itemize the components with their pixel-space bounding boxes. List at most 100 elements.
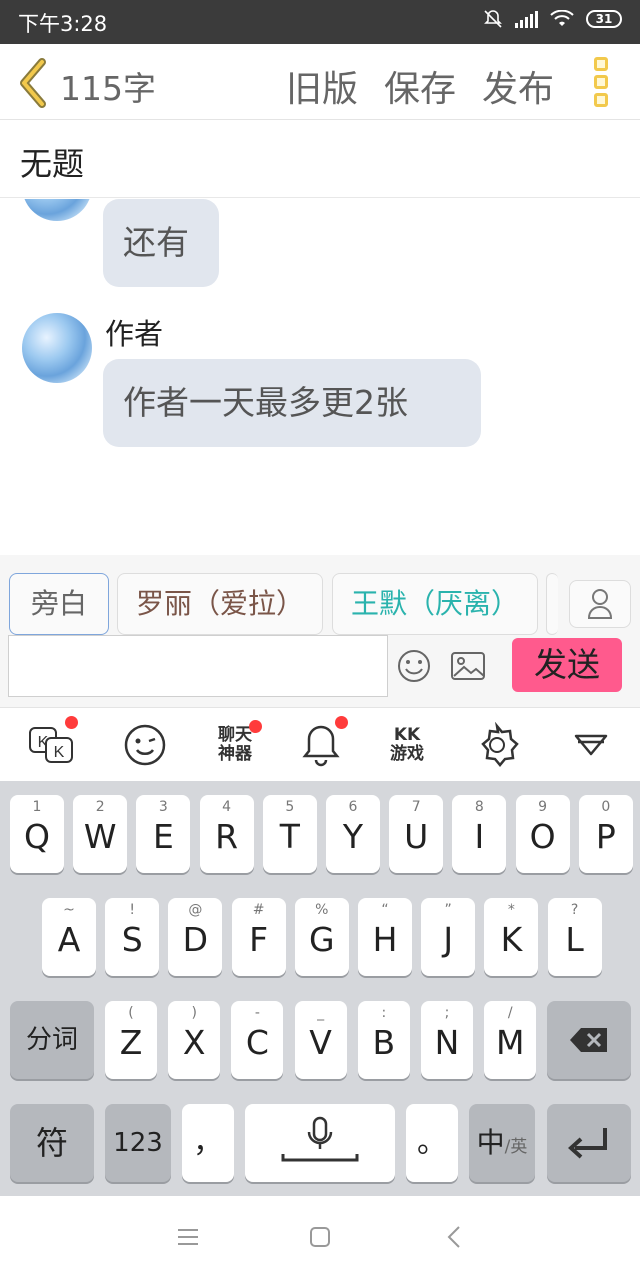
key-m[interactable]: / M	[484, 1001, 537, 1079]
key-a[interactable]: ~ A	[42, 898, 96, 976]
symbol-key[interactable]: 符	[10, 1104, 94, 1182]
key-t[interactable]: 5T	[262, 795, 317, 873]
message-sender: 作者	[105, 317, 164, 351]
back-icon[interactable]	[445, 1225, 463, 1249]
key-hint-label: “	[381, 902, 389, 918]
system-nav-bar	[0, 1196, 640, 1280]
key-z[interactable]: (Z	[105, 1001, 157, 1079]
key-hint-label: 1	[32, 799, 42, 815]
key-v[interactable]: _ V	[294, 1001, 347, 1079]
emoji-wink-icon[interactable]	[122, 722, 168, 768]
publish-button[interactable]: 发布	[482, 60, 554, 112]
key-c[interactable]: -C	[231, 1001, 284, 1079]
language-switch-key[interactable]: 中/英	[469, 1104, 535, 1182]
kk-game-label-bottom: 游戏	[390, 744, 424, 764]
space-key[interactable]	[245, 1104, 395, 1182]
key-j[interactable]: ” J	[421, 898, 476, 976]
period-key[interactable]: 。	[406, 1104, 458, 1182]
kk-chat-icon[interactable]: K K	[28, 716, 78, 768]
enter-key[interactable]	[547, 1104, 631, 1182]
message-bubble[interactable]: 还有	[103, 199, 219, 287]
key-label: J	[443, 920, 454, 959]
message-input[interactable]	[8, 635, 388, 697]
segment-key[interactable]: 分词	[10, 1001, 94, 1079]
collapse-keyboard-icon[interactable]	[568, 722, 614, 768]
key-hint-label: ~	[63, 902, 75, 918]
key-hint-label: @	[188, 902, 203, 918]
send-button[interactable]: 发送	[512, 638, 622, 692]
character-chip-narrator[interactable]: 旁白	[9, 573, 109, 635]
key-label: A	[57, 920, 81, 959]
key-label: S	[121, 920, 143, 959]
key-r[interactable]: 4R	[199, 795, 254, 873]
key-u[interactable]: 7U	[389, 795, 444, 873]
comma-key[interactable]: ，	[182, 1104, 234, 1182]
chat-tool-button[interactable]: 聊天 神器	[210, 720, 262, 772]
add-character-button[interactable]	[569, 580, 631, 628]
mute-bell-icon	[484, 10, 502, 28]
key-n[interactable]: ; N	[421, 1001, 473, 1079]
language-sub-label: /英	[504, 1137, 528, 1157]
key-i[interactable]: 8I	[452, 795, 507, 873]
key-label: C	[245, 1023, 269, 1062]
key-label: H	[372, 920, 398, 959]
key-label: Q	[24, 817, 50, 856]
kk-game-button[interactable]: KK 游戏	[385, 726, 429, 772]
sticker-icon[interactable]	[474, 721, 520, 768]
avatar[interactable]	[22, 313, 92, 383]
key-label: D	[182, 920, 209, 959]
character-chip-more[interactable]	[546, 573, 558, 635]
menu-icon[interactable]	[177, 1227, 199, 1247]
chat-tool-label-bottom: 神器	[218, 744, 252, 764]
key-h[interactable]: “H	[358, 898, 412, 976]
home-icon[interactable]	[309, 1226, 331, 1248]
key-hint-label: )	[191, 1005, 197, 1021]
back-chevron-icon[interactable]	[16, 58, 52, 108]
key-hint-label: _	[317, 1005, 325, 1021]
key-hint-label: 9	[538, 799, 548, 815]
kk-game-label-top: KK	[393, 725, 421, 745]
bell-icon[interactable]	[298, 716, 348, 768]
key-label: W	[83, 817, 117, 856]
character-chip-wangmo[interactable]: 王默（厌离）	[332, 573, 538, 635]
key-y[interactable]: 6Y	[326, 795, 380, 873]
key-hint-label: -	[254, 1005, 260, 1021]
enter-icon	[568, 1128, 607, 1159]
keyboard: 1Q2W3E4R5T6Y7U8I9O0P ~ A! S @ D # F% G “H” J * K? L …	[0, 781, 640, 1196]
save-button[interactable]: 保存	[384, 60, 456, 112]
key-label: V	[309, 1023, 332, 1062]
character-chip-luoli[interactable]: 罗丽（爱拉）	[117, 573, 323, 635]
emoji-icon[interactable]	[397, 649, 431, 683]
key-l[interactable]: ? L	[547, 898, 602, 976]
story-title: 无题	[20, 145, 85, 183]
chat-area[interactable]: 还有 作者 作者一天最多更2张	[0, 199, 640, 555]
key-g[interactable]: % G	[294, 898, 349, 976]
old-version-button[interactable]: 旧版	[286, 60, 358, 112]
more-menu-icon[interactable]	[594, 57, 612, 111]
key-w[interactable]: 2W	[73, 795, 128, 873]
key-b[interactable]: :B	[357, 1001, 410, 1079]
story-title-field[interactable]: 无题	[0, 121, 640, 198]
word-count: 115字	[60, 69, 156, 108]
message-bubble[interactable]: 作者一天最多更2张	[103, 359, 481, 447]
number-key[interactable]: 123	[105, 1104, 171, 1182]
key-hint-label: /	[507, 1005, 513, 1021]
keyboard-toolbar: K K 聊天 神器 KK 游戏	[0, 707, 640, 781]
key-p[interactable]: 0P	[578, 795, 633, 873]
key-hint-label: #	[252, 902, 265, 918]
key-label: B	[372, 1023, 396, 1062]
backspace-key[interactable]	[547, 1001, 631, 1079]
key-hint-label: *	[507, 902, 515, 918]
image-icon[interactable]	[450, 651, 486, 681]
key-k[interactable]: * K	[484, 898, 539, 976]
key-e[interactable]: 3E	[136, 795, 191, 873]
key-s[interactable]: ! S	[105, 898, 160, 976]
key-q[interactable]: 1Q	[10, 795, 64, 873]
key-f[interactable]: # F	[231, 898, 286, 976]
key-hint-label: 3	[158, 799, 168, 815]
key-label: L	[565, 920, 584, 959]
key-o[interactable]: 9O	[515, 795, 570, 873]
key-d[interactable]: @ D	[168, 898, 223, 976]
key-x[interactable]: ) X	[168, 1001, 221, 1079]
avatar[interactable]	[22, 199, 92, 221]
